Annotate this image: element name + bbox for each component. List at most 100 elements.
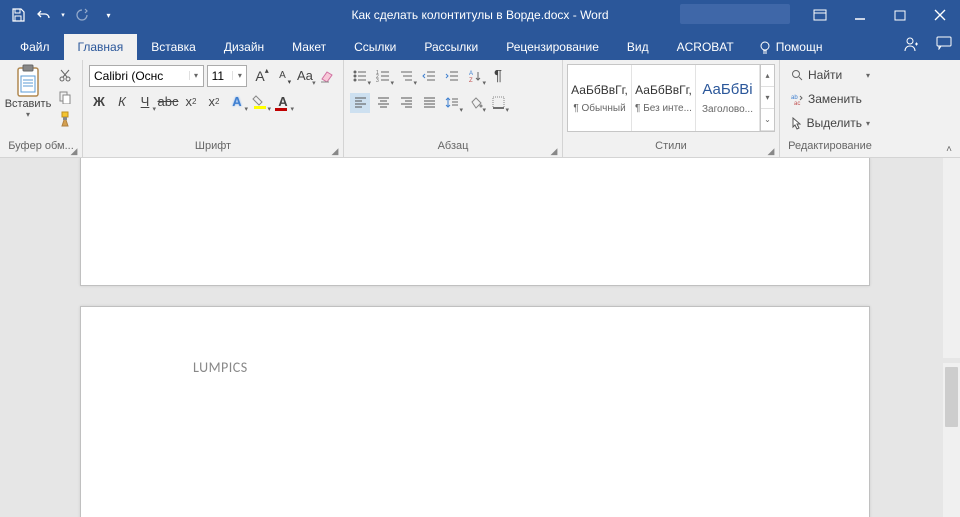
find-button[interactable]: Найти▾ (786, 64, 874, 86)
align-center-button[interactable] (373, 93, 393, 113)
eraser-icon (319, 69, 335, 83)
sort-button[interactable]: AZ (465, 66, 485, 86)
svg-text:A: A (469, 71, 473, 77)
clear-formatting-button[interactable] (318, 66, 337, 86)
share-button[interactable] (902, 36, 918, 55)
indent-icon (445, 70, 459, 82)
tab-review[interactable]: Рецензирование (492, 34, 613, 60)
tab-references[interactable]: Ссылки (340, 34, 410, 60)
paragraph-launcher[interactable]: ◢ (549, 146, 559, 156)
paste-button[interactable]: Вставить ▾ (6, 64, 50, 140)
group-styles: АаБбВвГг,¶ Обычный АаБбВвГг,¶ Без инте..… (563, 60, 780, 158)
style-normal[interactable]: АаБбВвГг,¶ Обычный (568, 65, 632, 131)
font-name-combo[interactable]: Calibri (Оснс▾ (89, 65, 204, 87)
tab-view[interactable]: Вид (613, 34, 663, 60)
ribbon-tabs: Файл Главная Вставка Дизайн Макет Ссылки… (0, 30, 960, 60)
multilevel-list-button[interactable] (396, 66, 416, 86)
redo-button[interactable] (70, 3, 94, 27)
undo-button[interactable] (32, 3, 56, 27)
highlighter-icon (252, 94, 268, 110)
font-color-button[interactable]: A (273, 92, 293, 112)
underline-button[interactable]: Ч (135, 92, 155, 112)
numbering-button[interactable]: 123 (373, 66, 393, 86)
format-painter-button[interactable] (56, 110, 74, 128)
tab-design[interactable]: Дизайн (210, 34, 278, 60)
cut-button[interactable] (56, 66, 74, 84)
page-header-text[interactable]: LUMPICS (193, 359, 248, 376)
tab-insert[interactable]: Вставка (137, 34, 210, 60)
vertical-scrollbar-upper[interactable] (943, 158, 960, 358)
tell-me[interactable]: Помощн (748, 34, 833, 60)
gallery-scroll-down[interactable]: ▾ (761, 87, 774, 109)
title-bar: ▾ ▾ Как сделать колонтитулы в Ворде.docx… (0, 0, 960, 30)
vertical-scrollbar-lower[interactable] (943, 363, 960, 517)
bullets-icon (353, 70, 367, 82)
lightbulb-icon (758, 40, 772, 54)
font-launcher[interactable]: ◢ (330, 146, 340, 156)
clipboard-launcher[interactable]: ◢ (69, 146, 79, 156)
scrollbar-thumb[interactable] (945, 367, 958, 427)
page-previous-bottom[interactable] (80, 158, 870, 286)
shading-button[interactable] (465, 93, 485, 113)
text-effects-button[interactable]: A (227, 92, 247, 112)
group-font-label: Шрифт◢ (83, 140, 343, 158)
borders-icon (492, 96, 505, 109)
user-account-area[interactable] (680, 4, 790, 24)
styles-gallery: АаБбВвГг,¶ Обычный АаБбВвГг,¶ Без инте..… (567, 64, 775, 132)
collapse-ribbon-button[interactable]: ˄ (942, 144, 956, 155)
style-no-spacing[interactable]: АаБбВвГг,¶ Без инте... (632, 65, 696, 131)
justify-button[interactable] (419, 93, 439, 113)
highlight-button[interactable] (250, 92, 270, 112)
shrink-font-button[interactable]: A▾ (273, 66, 292, 86)
tab-acrobat[interactable]: ACROBAT (663, 34, 748, 60)
tab-layout[interactable]: Макет (278, 34, 340, 60)
paste-label: Вставить (5, 98, 52, 110)
copy-button[interactable] (56, 88, 74, 106)
grow-font-button[interactable]: A▴ (250, 66, 269, 86)
qat-customize[interactable]: ▾ (96, 3, 120, 27)
bold-button[interactable]: Ж (89, 92, 109, 112)
align-right-button[interactable] (396, 93, 416, 113)
window-controls (800, 0, 960, 30)
change-case-button[interactable]: Aa (295, 66, 314, 86)
subscript-button[interactable]: x2 (181, 92, 201, 112)
select-button[interactable]: Выделить▾ (786, 112, 874, 134)
group-editing-label: Редактирование (780, 140, 880, 158)
close-button[interactable] (920, 0, 960, 30)
style-heading1[interactable]: АаБбВіЗаголово... (696, 65, 760, 131)
group-styles-label: Стили◢ (563, 140, 779, 158)
multilevel-icon (399, 70, 413, 82)
italic-button[interactable]: К (112, 92, 132, 112)
align-left-button[interactable] (350, 93, 370, 113)
save-button[interactable] (6, 3, 30, 27)
increase-indent-button[interactable] (442, 66, 462, 86)
font-size-combo[interactable]: 11▾ (207, 65, 248, 87)
strikethrough-button[interactable]: abc (158, 92, 178, 112)
undo-dropdown[interactable]: ▾ (58, 3, 68, 27)
tell-me-label: Помощн (776, 40, 823, 54)
tab-file[interactable]: Файл (6, 34, 64, 60)
brush-icon (58, 111, 72, 127)
svg-text:3: 3 (376, 78, 379, 84)
borders-button[interactable] (488, 93, 508, 113)
line-spacing-button[interactable] (442, 93, 462, 113)
window-title: Как сделать колонтитулы в Ворде.docx - W… (351, 8, 608, 22)
svg-text:ac: ac (794, 101, 800, 105)
chevron-down-icon: ▾ (26, 110, 30, 119)
gallery-more-button[interactable]: ⌄ (761, 109, 774, 131)
replace-icon: abac (790, 93, 804, 105)
comments-button[interactable] (936, 36, 952, 55)
tab-home[interactable]: Главная (64, 34, 138, 60)
gallery-scroll-up[interactable]: ▴ (761, 65, 774, 87)
ribbon-display-options[interactable] (800, 0, 840, 30)
show-marks-button[interactable]: ¶ (488, 66, 508, 86)
page-current[interactable]: LUMPICS (80, 306, 870, 517)
bullets-button[interactable] (350, 66, 370, 86)
replace-button[interactable]: abacЗаменить (786, 88, 874, 110)
superscript-button[interactable]: x2 (204, 92, 224, 112)
tab-mailings[interactable]: Рассылки (410, 34, 492, 60)
maximize-button[interactable] (880, 0, 920, 30)
minimize-button[interactable] (840, 0, 880, 30)
decrease-indent-button[interactable] (419, 66, 439, 86)
styles-launcher[interactable]: ◢ (766, 146, 776, 156)
